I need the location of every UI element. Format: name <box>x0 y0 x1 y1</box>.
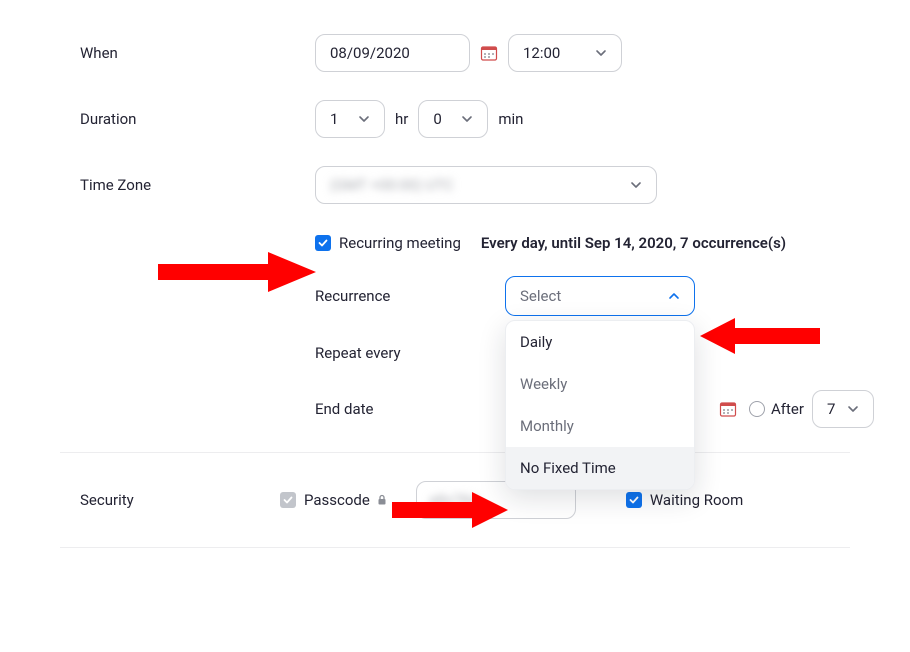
duration-hours-value: 1 <box>330 110 338 128</box>
label-repeat-every: Repeat every <box>315 344 505 362</box>
label-security: Security <box>0 491 280 509</box>
time-select[interactable]: 12:00 <box>508 34 622 72</box>
duration-minutes-select[interactable]: 0 <box>418 100 488 138</box>
duration-hours-select[interactable]: 1 <box>315 100 385 138</box>
passcode-value: a8x7Kp <box>429 491 563 509</box>
label-recurrence: Recurrence <box>315 287 505 305</box>
waiting-room-label: Waiting Room <box>650 491 743 509</box>
duration-minutes-value: 0 <box>433 110 441 128</box>
min-unit: min <box>498 110 523 128</box>
row-end-date: End date After 7 <box>0 376 910 442</box>
recurrence-dropdown: Daily Weekly Monthly No Fixed Time <box>505 320 695 490</box>
chevron-down-icon <box>461 113 473 125</box>
dropdown-option-monthly[interactable]: Monthly <box>506 405 694 447</box>
dropdown-option-weekly[interactable]: Weekly <box>506 363 694 405</box>
label-end-date: End date <box>315 400 505 418</box>
recurrence-select[interactable]: Select <box>505 276 695 316</box>
waiting-room-checkbox[interactable] <box>626 492 642 508</box>
recurring-label: Recurring meeting <box>339 234 461 252</box>
after-occurrences-select[interactable]: 7 <box>812 390 874 428</box>
dropdown-option-no-fixed-time[interactable]: No Fixed Time <box>506 447 694 489</box>
chevron-down-icon <box>595 47 607 59</box>
row-when: When 08/09/2020 12:00 <box>0 20 910 86</box>
label-when: When <box>0 44 315 62</box>
section-divider <box>60 547 850 548</box>
after-radio[interactable] <box>749 401 765 417</box>
chevron-down-icon <box>630 179 642 191</box>
calendar-icon[interactable] <box>719 400 737 418</box>
row-recurrence: Recurrence Select Daily Weekly Monthly N… <box>0 262 910 330</box>
row-recurring: Recurring meeting Every day, until Sep 1… <box>0 218 910 262</box>
row-security: Security Passcode a8x7Kp Waiting Room <box>0 463 910 537</box>
hr-unit: hr <box>395 110 408 128</box>
timezone-value: (GMT +00:00) UTC <box>330 176 620 194</box>
passcode-label: Passcode <box>304 491 370 509</box>
timezone-select[interactable]: (GMT +00:00) UTC <box>315 166 657 204</box>
label-timezone: Time Zone <box>0 176 315 194</box>
row-repeat-every: Repeat every <box>0 330 910 376</box>
calendar-icon[interactable] <box>480 44 498 62</box>
date-input[interactable]: 08/09/2020 <box>315 34 470 72</box>
after-label: After <box>771 400 804 418</box>
dropdown-option-daily[interactable]: Daily <box>506 321 694 363</box>
lock-icon <box>376 494 388 506</box>
row-duration: Duration 1 hr 0 min <box>0 86 910 152</box>
section-divider <box>60 452 850 453</box>
passcode-checkbox[interactable] <box>280 492 296 508</box>
label-duration: Duration <box>0 110 315 128</box>
chevron-down-icon <box>358 113 370 125</box>
row-timezone: Time Zone (GMT +00:00) UTC <box>0 152 910 218</box>
date-value: 08/09/2020 <box>330 44 410 62</box>
chevron-up-icon <box>668 290 680 302</box>
time-value: 12:00 <box>523 44 560 62</box>
recurrence-placeholder: Select <box>520 287 561 305</box>
recurring-summary: Every day, until Sep 14, 2020, 7 occurre… <box>481 234 786 252</box>
recurring-checkbox[interactable] <box>315 235 331 251</box>
after-value: 7 <box>827 400 835 418</box>
chevron-down-icon <box>847 403 859 415</box>
